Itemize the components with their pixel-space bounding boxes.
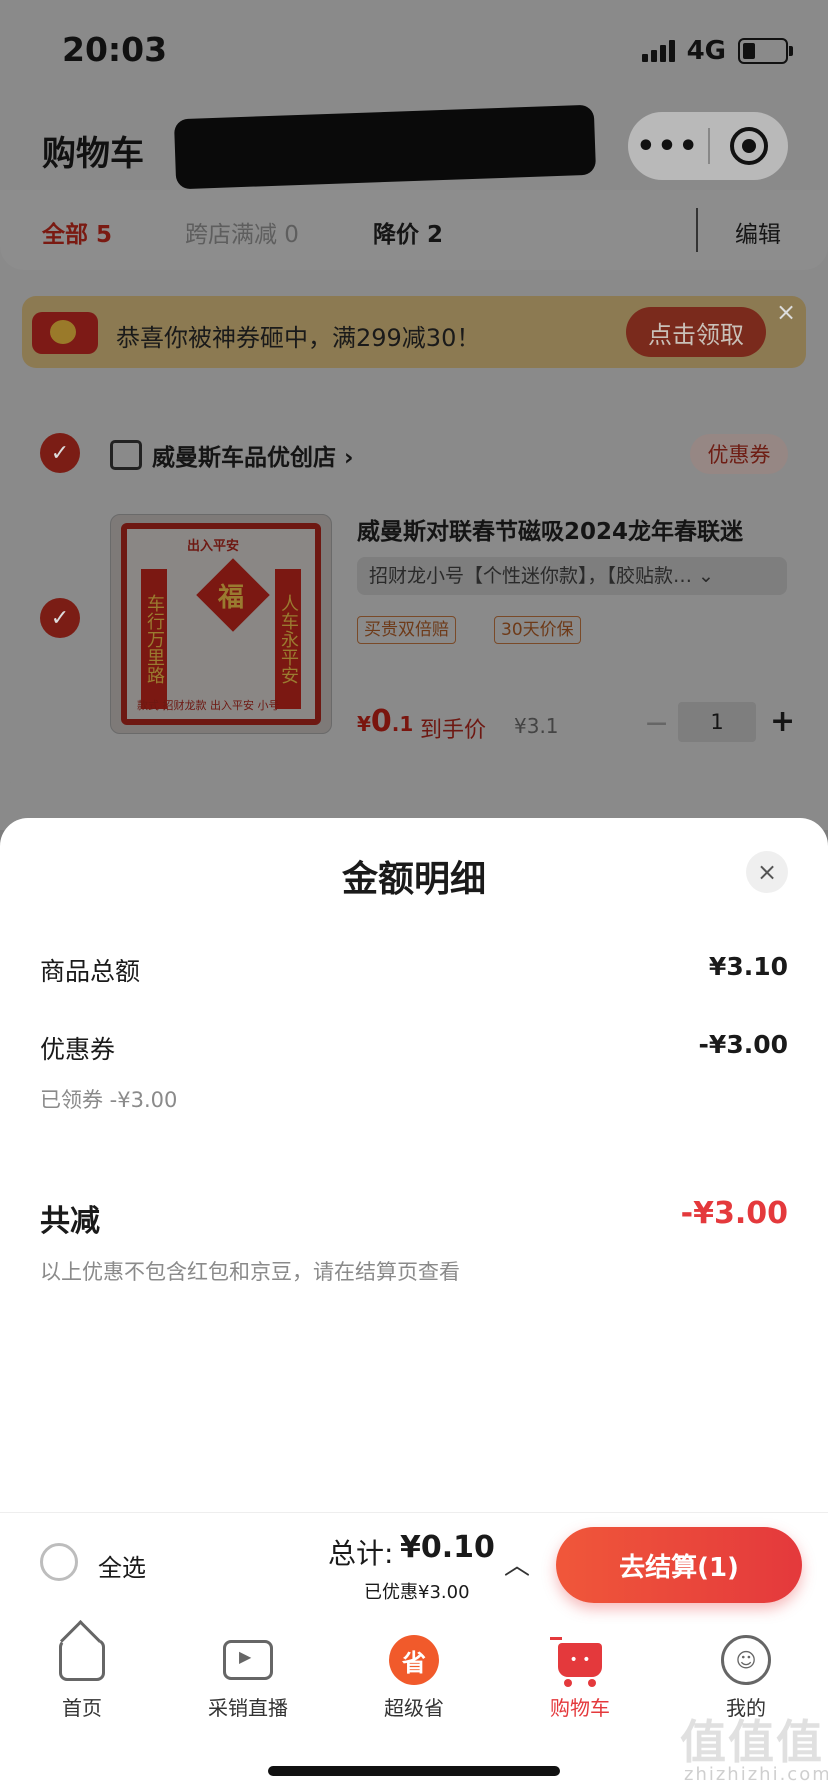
store-checkbox[interactable]: ✓ <box>40 433 80 473</box>
chevron-up-icon[interactable]: ︿ <box>504 1545 530 1582</box>
tab-cross-store[interactable]: 跨店满减 0 <box>185 215 299 249</box>
claimed-coupon-note: 已领券 -¥3.00 <box>40 1088 178 1112</box>
network-type: 4G <box>686 36 726 66</box>
amount-detail-sheet <box>0 818 828 1512</box>
check-icon: ✓ <box>50 605 70 631</box>
claim-coupon-button[interactable]: 点击领取 <box>626 307 766 357</box>
address-redacted <box>173 104 597 190</box>
close-miniprogram-button[interactable] <box>710 127 788 165</box>
watermark: 值值值 <box>680 1715 824 1769</box>
quantity-increase-button[interactable]: + <box>770 704 795 739</box>
service-tag: 买贵双倍赔 <box>357 616 456 644</box>
signal-icon <box>641 40 675 62</box>
cart-icon: • • <box>550 1637 602 1687</box>
nav-home[interactable]: 首页 <box>22 1630 142 1721</box>
tab-price-drop[interactable]: 降价 2 <box>373 215 443 249</box>
nav-super-save[interactable]: 省 超级省 <box>354 1630 474 1721</box>
subtotal-value: ¥3.10 <box>708 952 788 981</box>
select-all-radio[interactable] <box>40 1543 78 1581</box>
product-title[interactable]: 威曼斯对联春节磁吸2024龙年春联迷 <box>357 512 797 546</box>
select-all-label[interactable]: 全选 <box>98 1548 146 1583</box>
super-save-icon: 省 <box>389 1635 439 1685</box>
checkout-button[interactable]: 去结算(1) <box>556 1527 802 1603</box>
red-envelope-icon <box>32 312 98 354</box>
watermark-url: zhizhizhi.com <box>684 1764 828 1785</box>
miniprogram-capsule: ••• <box>628 112 788 180</box>
quantity-input[interactable]: 1 <box>678 702 756 742</box>
divider <box>696 208 698 252</box>
original-price: ¥3.1 <box>514 714 559 738</box>
more-icon[interactable]: ••• <box>628 129 708 164</box>
me-icon: ☺ <box>721 1635 771 1685</box>
status-indicators: 4G <box>641 36 793 66</box>
store-name[interactable]: 威曼斯车品优创店 › <box>152 438 354 472</box>
price-label: 到手价 <box>420 718 487 743</box>
sku-selector[interactable]: 招财龙小号【个性迷你款】，【胶贴款… ⌄ <box>357 557 787 595</box>
final-price: ¥0.1 <box>357 704 414 739</box>
edit-button[interactable]: 编辑 <box>735 215 781 249</box>
close-icon[interactable]: × <box>746 851 788 893</box>
home-icon <box>59 1639 105 1681</box>
sheet-title: 金额明细 <box>341 859 486 900</box>
chevron-right-icon: › <box>344 445 354 471</box>
discount-note: 以上优惠不包含红包和京豆，请在结算页查看 <box>40 1260 460 1284</box>
promo-text: 恭喜你被神券砸中，满299减30！ <box>116 324 481 352</box>
saved-amount: 已优惠¥3.00 <box>364 1582 470 1603</box>
store-icon <box>110 440 142 470</box>
total-label: 总计: <box>328 1537 394 1570</box>
service-tag: 30天价保 <box>494 616 581 644</box>
battery-icon <box>738 38 793 64</box>
check-icon: ✓ <box>50 440 70 466</box>
total-discount-value: -¥3.00 <box>680 1196 788 1231</box>
close-icon[interactable]: × <box>776 298 796 326</box>
coupon-label: 优惠券 <box>40 1035 116 1064</box>
item-checkbox[interactable]: ✓ <box>40 598 80 638</box>
home-indicator <box>268 1766 560 1776</box>
subtotal-label: 商品总额 <box>40 957 141 986</box>
total-value: ¥0.10 <box>400 1530 495 1565</box>
coupon-value: -¥3.00 <box>698 1030 788 1059</box>
product-image[interactable]: 出入平安 车行万里路 福 人车永平安 款式 招财龙款 出入平安 小号 <box>110 514 332 734</box>
store-coupon-button[interactable]: 优惠券 <box>690 434 788 474</box>
tab-all[interactable]: 全部 5 <box>42 215 112 249</box>
quantity-decrease-button[interactable]: − <box>644 706 669 741</box>
nav-live[interactable]: 采销直播 <box>188 1630 308 1721</box>
status-time: 20:03 <box>62 30 168 69</box>
total-discount-label: 共减 <box>40 1204 100 1239</box>
nav-cart[interactable]: • • 购物车 <box>520 1630 640 1721</box>
live-icon <box>223 1640 273 1680</box>
target-icon <box>730 127 768 165</box>
page-title: 购物车 <box>42 134 144 174</box>
